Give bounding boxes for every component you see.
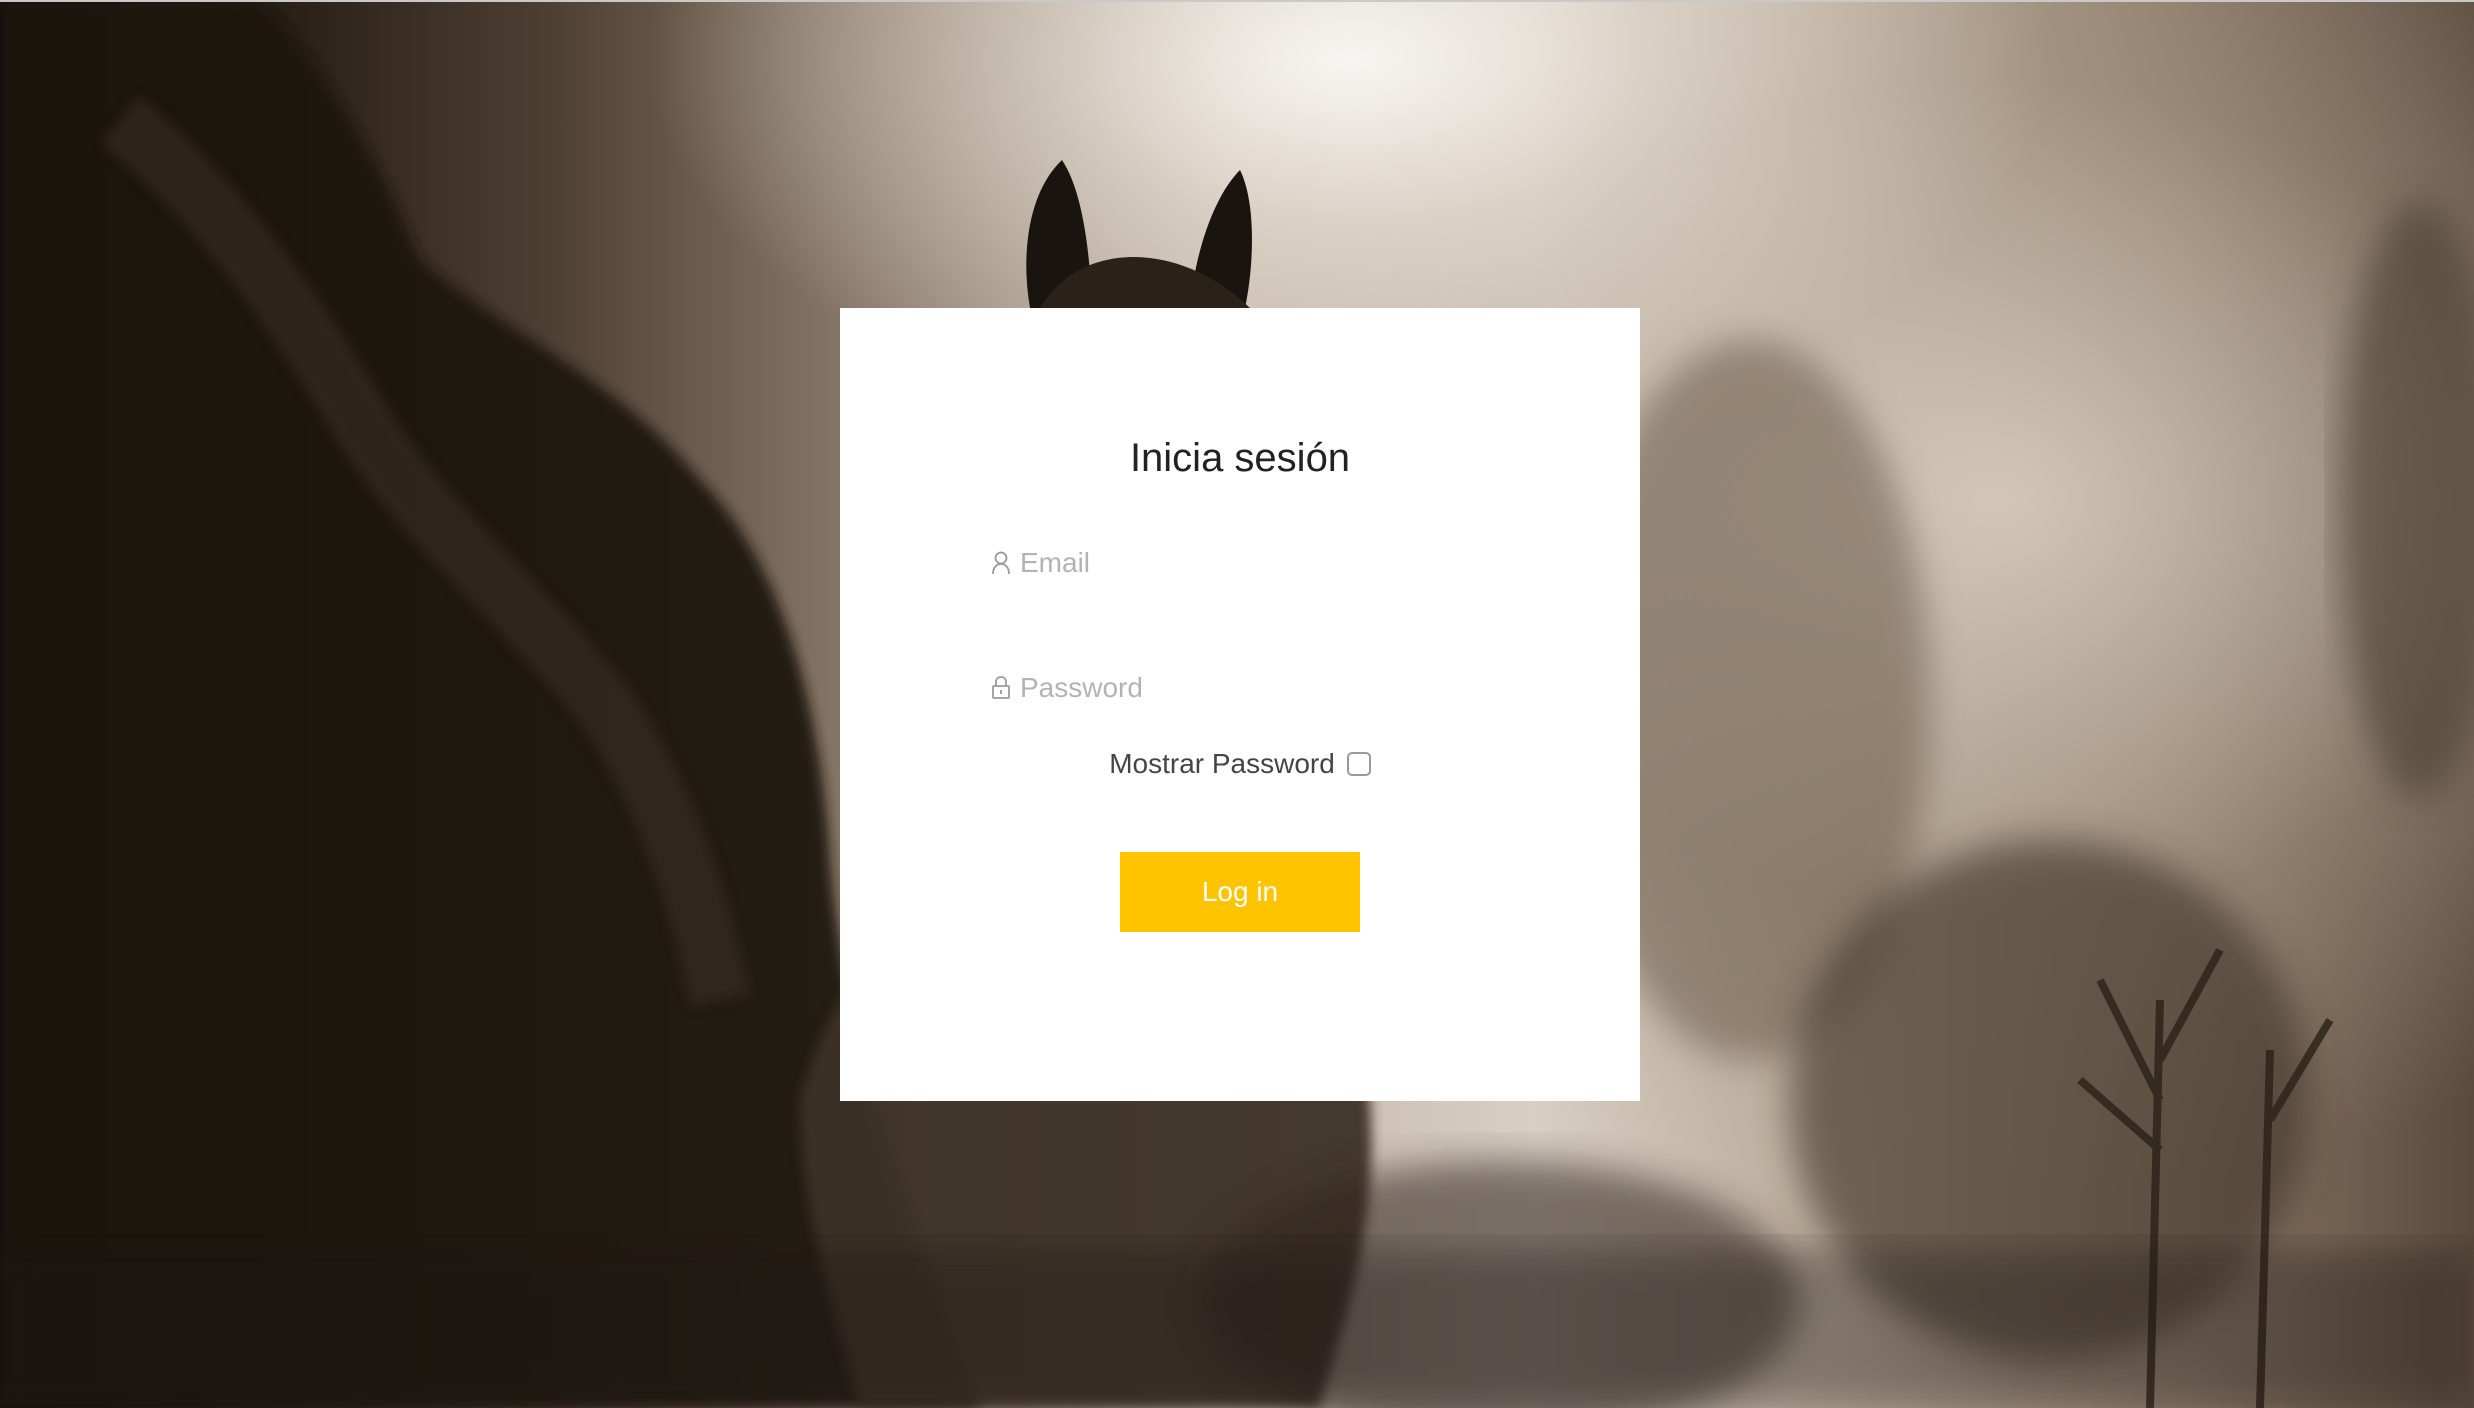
login-card: Inicia sesión Mostrar Password Log in [840,308,1640,1101]
show-password-checkbox[interactable] [1346,752,1371,776]
show-password-label: Mostrar Password [1109,748,1335,779]
browser-top-border [0,0,2474,2]
user-icon [990,548,1012,578]
show-password-row: Mostrar Password [840,748,1640,780]
email-input[interactable] [1020,547,1460,579]
lock-icon [990,673,1012,703]
login-title: Inicia sesión [1129,436,1351,480]
login-button[interactable]: Log in [1120,852,1360,932]
password-field-row [990,663,1490,713]
password-input[interactable] [1020,672,1460,704]
email-field-row [990,538,1490,588]
